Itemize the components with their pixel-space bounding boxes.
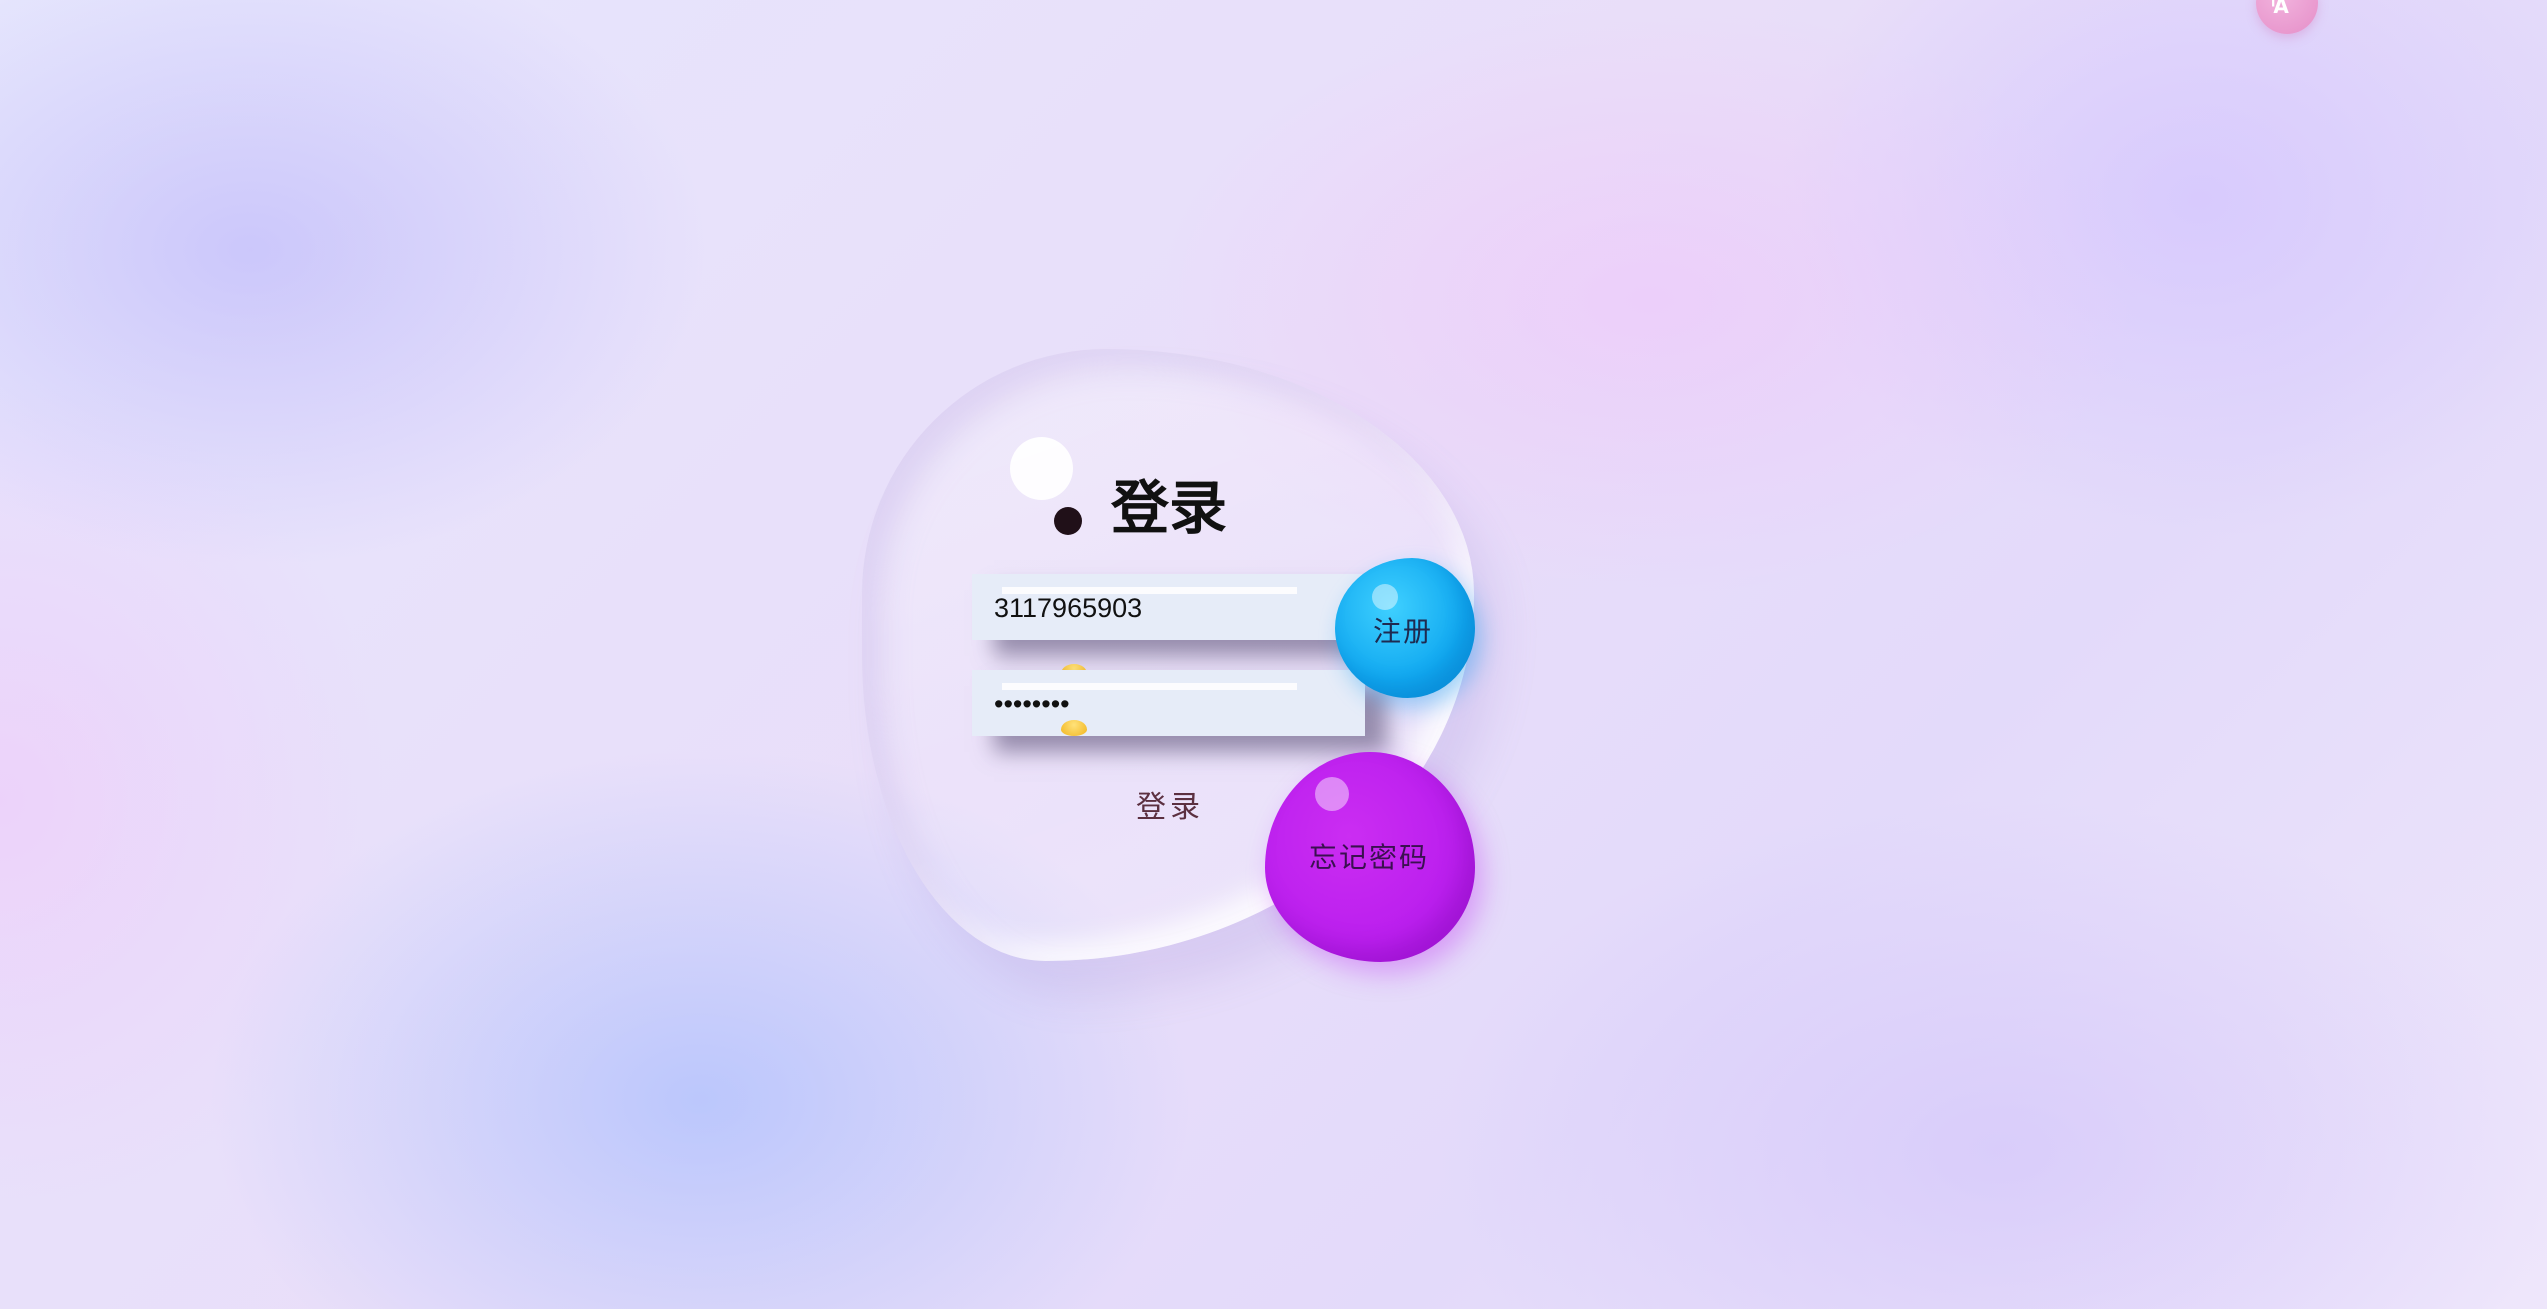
username-input[interactable]: [994, 588, 1334, 628]
register-label: 注册: [1373, 615, 1434, 648]
forgot-password-label: 忘记密码: [1309, 841, 1430, 874]
login-button[interactable]: 登录: [1130, 780, 1210, 828]
bubble-gloss: [1315, 777, 1349, 811]
password-field[interactable]: [972, 670, 1365, 736]
translate-icon: ⁱA: [2271, 0, 2289, 18]
glass-highlight: [1010, 437, 1073, 500]
ornament-icon: [1061, 720, 1087, 738]
password-input[interactable]: [994, 684, 1334, 724]
translate-button[interactable]: ⁱA: [2256, 0, 2318, 34]
decorative-dot: [1054, 507, 1082, 535]
username-field[interactable]: [972, 574, 1365, 640]
page-title: 登录: [1111, 474, 1228, 542]
forgot-password-button[interactable]: 忘记密码: [1265, 752, 1475, 962]
register-button[interactable]: 注册: [1335, 558, 1475, 698]
bubble-gloss: [1372, 584, 1398, 610]
